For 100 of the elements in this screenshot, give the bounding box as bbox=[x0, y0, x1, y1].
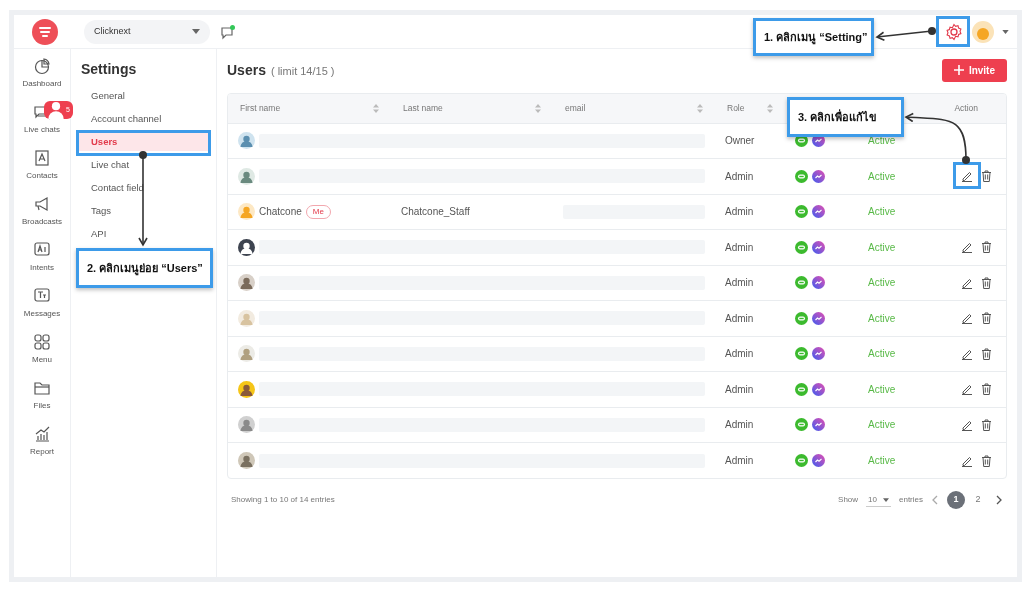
pie-chart-icon bbox=[33, 57, 51, 75]
chat-notification-icon[interactable] bbox=[220, 23, 236, 40]
status-label: Active bbox=[868, 277, 896, 289]
nav-item[interactable]: Messages bbox=[15, 287, 69, 331]
avatar bbox=[238, 452, 255, 469]
invite-button[interactable]: Invite bbox=[941, 58, 1007, 82]
edit-icon[interactable] bbox=[961, 170, 973, 183]
app-logo bbox=[32, 18, 58, 45]
settings-menu-item[interactable]: Users bbox=[78, 133, 209, 151]
nav-item[interactable]: Broadcasts bbox=[15, 195, 69, 239]
table-cell: Admin bbox=[725, 241, 754, 253]
bar-chart-icon bbox=[33, 425, 51, 443]
edit-icon[interactable] bbox=[961, 383, 973, 396]
trash-icon[interactable] bbox=[981, 347, 992, 360]
nav-item[interactable]: Contacts bbox=[15, 149, 69, 193]
chat-icon bbox=[795, 382, 808, 396]
nav-item[interactable]: Menu bbox=[15, 333, 69, 377]
edit-icon[interactable] bbox=[961, 276, 973, 289]
settings-menu-item[interactable]: API bbox=[78, 225, 209, 243]
settings-menu-item[interactable]: Tags bbox=[78, 202, 209, 220]
chat-icon bbox=[795, 311, 808, 325]
callout-box: 1. คลิกเมนู “Setting” bbox=[753, 18, 874, 56]
avatar bbox=[238, 380, 255, 398]
status-label: Active bbox=[868, 206, 896, 218]
messenger-icon bbox=[812, 311, 825, 325]
avatar bbox=[238, 238, 255, 256]
settings-menu-item[interactable]: Account channel bbox=[78, 110, 209, 128]
settings-icon[interactable] bbox=[944, 21, 964, 42]
avatar bbox=[238, 203, 255, 221]
messenger-icon bbox=[812, 454, 825, 467]
settings-menu-item[interactable]: General bbox=[78, 87, 209, 105]
nav-item[interactable]: Dashboard bbox=[15, 57, 69, 101]
status-label: Active bbox=[868, 348, 896, 360]
status-label: Active bbox=[868, 241, 896, 253]
column-header: First name bbox=[240, 101, 281, 115]
limit-label: ( limit 14/15 ) bbox=[270, 63, 335, 79]
status-label: Active bbox=[868, 312, 896, 324]
page-size-select[interactable]: 10 bbox=[866, 493, 891, 507]
contact-card-icon bbox=[33, 149, 51, 167]
table-cell: Admin bbox=[725, 312, 754, 324]
page-button[interactable]: 2 bbox=[969, 491, 987, 509]
table-cell: Admin bbox=[725, 170, 754, 182]
status-label: Active bbox=[868, 419, 896, 431]
caret-icon bbox=[883, 497, 889, 502]
trash-icon[interactable] bbox=[981, 276, 992, 289]
nav-item[interactable]: Report bbox=[15, 425, 69, 469]
folder-icon bbox=[33, 379, 51, 397]
edit-icon[interactable] bbox=[961, 418, 973, 431]
edit-icon[interactable] bbox=[961, 312, 973, 325]
messenger-icon bbox=[812, 169, 825, 183]
column-header: Action bbox=[954, 101, 978, 115]
table-cell: Admin bbox=[725, 206, 754, 218]
page-button[interactable]: 1 bbox=[947, 491, 965, 509]
column-header: Role bbox=[727, 101, 745, 115]
trash-icon[interactable] bbox=[981, 312, 992, 325]
avatar bbox=[238, 345, 255, 363]
messenger-icon bbox=[812, 205, 825, 219]
avatar bbox=[238, 167, 255, 185]
chat-icon bbox=[795, 205, 808, 219]
table-cell: Admin bbox=[725, 383, 754, 395]
trash-icon[interactable] bbox=[981, 454, 992, 467]
table-cell: Admin bbox=[725, 419, 754, 431]
nav-item[interactable]: Files bbox=[15, 379, 69, 423]
column-header: email bbox=[565, 101, 586, 115]
caret-icon[interactable] bbox=[1002, 29, 1009, 34]
trash-icon[interactable] bbox=[981, 241, 992, 254]
trash-icon[interactable] bbox=[981, 170, 992, 183]
trash-icon[interactable] bbox=[981, 383, 992, 396]
messenger-icon bbox=[812, 276, 825, 290]
avatar bbox=[238, 309, 255, 327]
callout-box: 2. คลิกเมนูย่อย “Users” bbox=[76, 248, 213, 288]
edit-icon[interactable] bbox=[961, 241, 973, 254]
status-label: Active bbox=[868, 383, 896, 395]
settings-menu-item[interactable]: Live chat bbox=[78, 156, 209, 174]
workspace-dropdown[interactable]: Clicknext bbox=[84, 19, 210, 44]
next-page-icon[interactable] bbox=[995, 495, 1003, 505]
chat-icon bbox=[795, 454, 808, 467]
entries-label: entries bbox=[899, 494, 923, 506]
text-message-icon bbox=[33, 287, 51, 305]
arrow bbox=[905, 112, 970, 164]
status-label: Active bbox=[868, 170, 896, 182]
edit-icon[interactable] bbox=[961, 347, 973, 360]
avatar bbox=[238, 416, 255, 434]
chat-icon bbox=[795, 276, 808, 290]
nav-item[interactable]: Intents bbox=[15, 241, 69, 285]
avatar bbox=[238, 274, 255, 292]
show-label: Show bbox=[838, 494, 859, 506]
page-title: Users bbox=[227, 60, 266, 80]
edit-icon[interactable] bbox=[961, 454, 973, 467]
trash-icon[interactable] bbox=[981, 418, 992, 431]
table-cell: Owner bbox=[725, 135, 755, 147]
highlight-frame bbox=[936, 16, 970, 47]
chat-icon bbox=[795, 347, 808, 361]
table-cell: Admin bbox=[725, 277, 754, 289]
messenger-icon bbox=[812, 382, 825, 396]
caret-icon bbox=[192, 29, 200, 34]
status-label: Active bbox=[868, 135, 896, 147]
messenger-icon bbox=[812, 240, 825, 254]
table-cell-text: Chatcone bbox=[259, 205, 302, 220]
table-cell: Admin bbox=[725, 455, 754, 466]
